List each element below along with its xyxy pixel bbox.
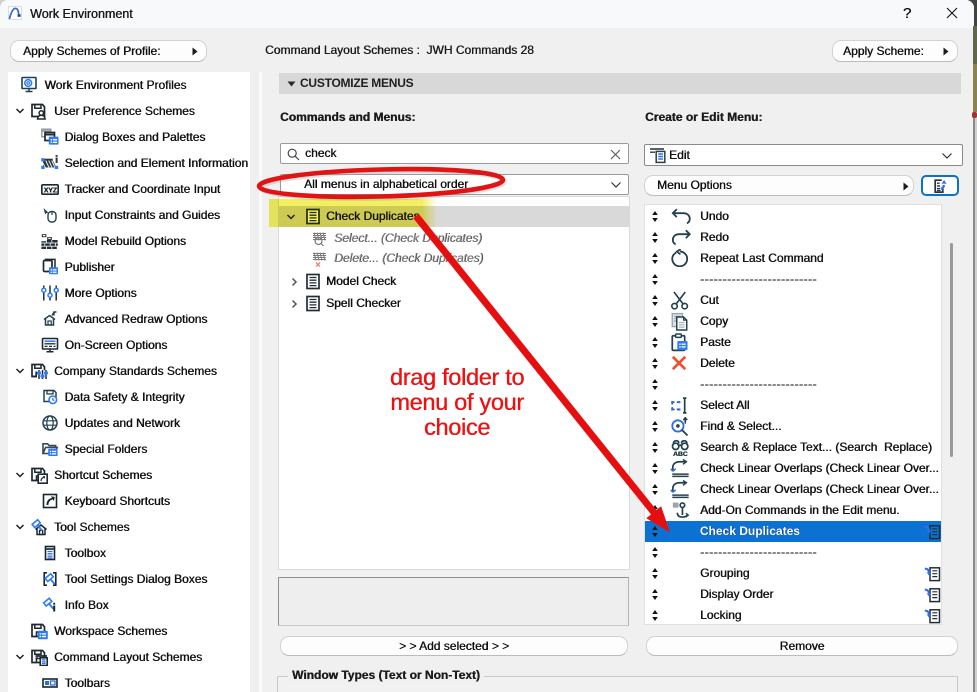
- svg-text:XYZ: XYZ: [43, 185, 57, 194]
- svg-text:ABC: ABC: [673, 451, 688, 457]
